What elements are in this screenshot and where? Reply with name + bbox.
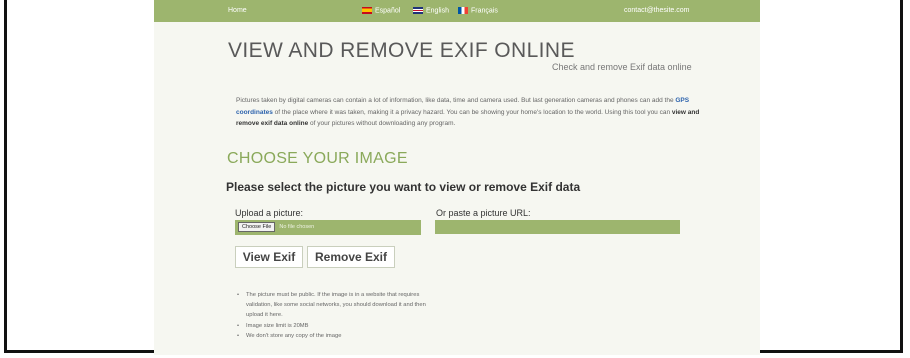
- note-item: Image size limit is 20MB: [237, 321, 437, 331]
- nav-lang-en-label: English: [426, 7, 449, 15]
- file-status-text: No file chosen: [279, 224, 315, 230]
- section-prompt: Please select the picture you want to vi…: [226, 180, 581, 194]
- nav-lang-fr-label: Français: [471, 7, 498, 15]
- intro-text-1: Pictures taken by digital cameras can co…: [236, 97, 676, 104]
- notes-list: The picture must be public. If the image…: [237, 290, 437, 341]
- nav-lang-es-label: Español: [375, 7, 401, 15]
- note-item: We don't store any copy of the image: [237, 331, 437, 341]
- page-container: Home Español English Français contact@th…: [154, 0, 760, 355]
- uk-flag-icon: [413, 7, 423, 14]
- note-item: The picture must be public. If the image…: [237, 290, 437, 321]
- upload-label: Upload a picture:: [235, 208, 304, 218]
- intro-text-3: of your pictures without downloading any…: [308, 120, 456, 127]
- nav-lang-en[interactable]: English: [413, 7, 449, 14]
- spain-flag-icon: [362, 7, 372, 14]
- choose-file-button[interactable]: Choose File: [238, 222, 276, 232]
- nav-lang-es[interactable]: Español: [362, 7, 400, 14]
- france-flag-icon: [458, 7, 468, 14]
- file-upload-field[interactable]: Choose File No file chosen: [235, 220, 421, 235]
- picture-url-input[interactable]: [435, 220, 680, 234]
- nav-lang-fr[interactable]: Français: [458, 7, 498, 14]
- top-navigation-bar: Home Español English Français contact@th…: [154, 0, 760, 22]
- section-heading: CHOOSE YOUR IMAGE: [227, 150, 408, 167]
- intro-text-2: of the place where it was taken, making …: [272, 108, 672, 116]
- nav-contact-email[interactable]: contact@thesite.com: [624, 7, 689, 14]
- remove-exif-button[interactable]: Remove Exif: [307, 246, 395, 268]
- nav-home-link[interactable]: Home: [228, 7, 247, 14]
- view-exif-button[interactable]: View Exif: [235, 246, 303, 268]
- intro-paragraph: Pictures taken by digital cameras can co…: [236, 95, 711, 130]
- url-label: Or paste a picture URL:: [436, 208, 531, 218]
- page-title: VIEW AND REMOVE EXIF ONLINE: [228, 39, 575, 62]
- page-subtitle: Check and remove Exif data online: [552, 62, 692, 72]
